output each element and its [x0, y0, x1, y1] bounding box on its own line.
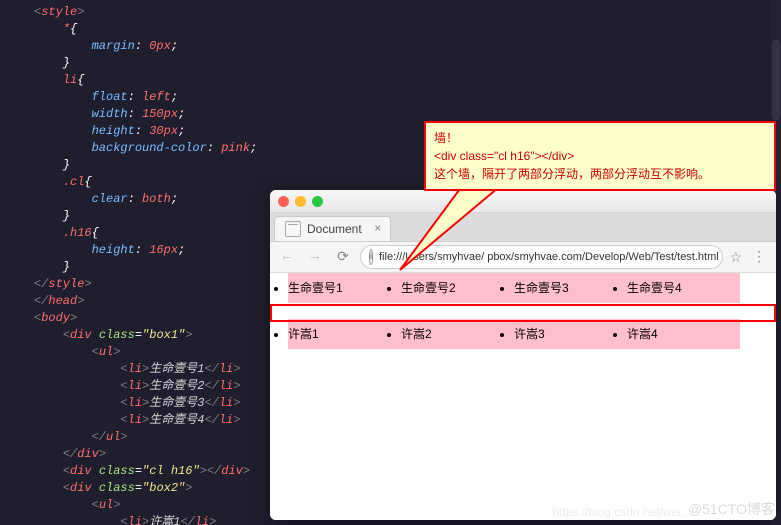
tab-title: Document: [307, 222, 362, 236]
tab-close-icon[interactable]: ×: [372, 222, 384, 234]
watermark-secondary: https://blog.csdn.net/wei...: [552, 505, 691, 519]
bookmark-star-icon[interactable]: ☆: [729, 249, 742, 266]
nav-back-button[interactable]: ←: [276, 246, 298, 268]
browser-window: Document × ← → ⟳ i file:///Users/smyhvae…: [270, 190, 776, 520]
screenshot-stage: <style> *{ margin: 0px; } li{ float: lef…: [0, 0, 781, 525]
callout-line-3: 这个墙，隔开了两部分浮动，两部分浮动互不影响。: [434, 165, 766, 183]
callout-arrow: [395, 180, 515, 280]
page-icon: [285, 221, 301, 237]
clear-wall: [270, 303, 776, 319]
annotation-callout: 墙！ <div class="cl h16"></div> 这个墙，隔开了两部分…: [424, 121, 776, 191]
list-item: 许嵩4: [627, 319, 740, 349]
browser-viewport: 生命壹号1 生命壹号2 生命壹号3 生命壹号4 许嵩1 许嵩2 许嵩3 许嵩4: [270, 273, 776, 520]
nav-forward-button[interactable]: →: [304, 246, 326, 268]
callout-line-2: <div class="cl h16"></div>: [434, 147, 766, 165]
list-item: 生命壹号1: [288, 273, 401, 303]
list-item: 许嵩2: [401, 319, 514, 349]
nav-reload-button[interactable]: ⟳: [332, 246, 354, 268]
window-close-dot[interactable]: [278, 196, 289, 207]
browser-address-bar: ← → ⟳ i file:///Users/smyhvae/ pbox/smyh…: [270, 242, 776, 273]
window-maximize-dot[interactable]: [312, 196, 323, 207]
list-item: 生命壹号3: [514, 273, 627, 303]
site-info-icon[interactable]: i: [369, 249, 373, 265]
browser-titlebar[interactable]: [270, 190, 776, 213]
callout-line-1: 墙！: [434, 129, 766, 147]
browser-menu-icon[interactable]: ⋮: [748, 246, 770, 268]
browser-tab[interactable]: Document ×: [274, 216, 391, 241]
list-item: 许嵩3: [514, 319, 627, 349]
browser-tabstrip: Document ×: [270, 213, 776, 242]
watermark-primary: @51CTO博客: [688, 499, 775, 519]
list-item: 许嵩1: [288, 319, 401, 349]
window-minimize-dot[interactable]: [295, 196, 306, 207]
list-item: 生命壹号4: [627, 273, 740, 303]
editor-scrollbar-thumb[interactable]: [772, 40, 780, 120]
